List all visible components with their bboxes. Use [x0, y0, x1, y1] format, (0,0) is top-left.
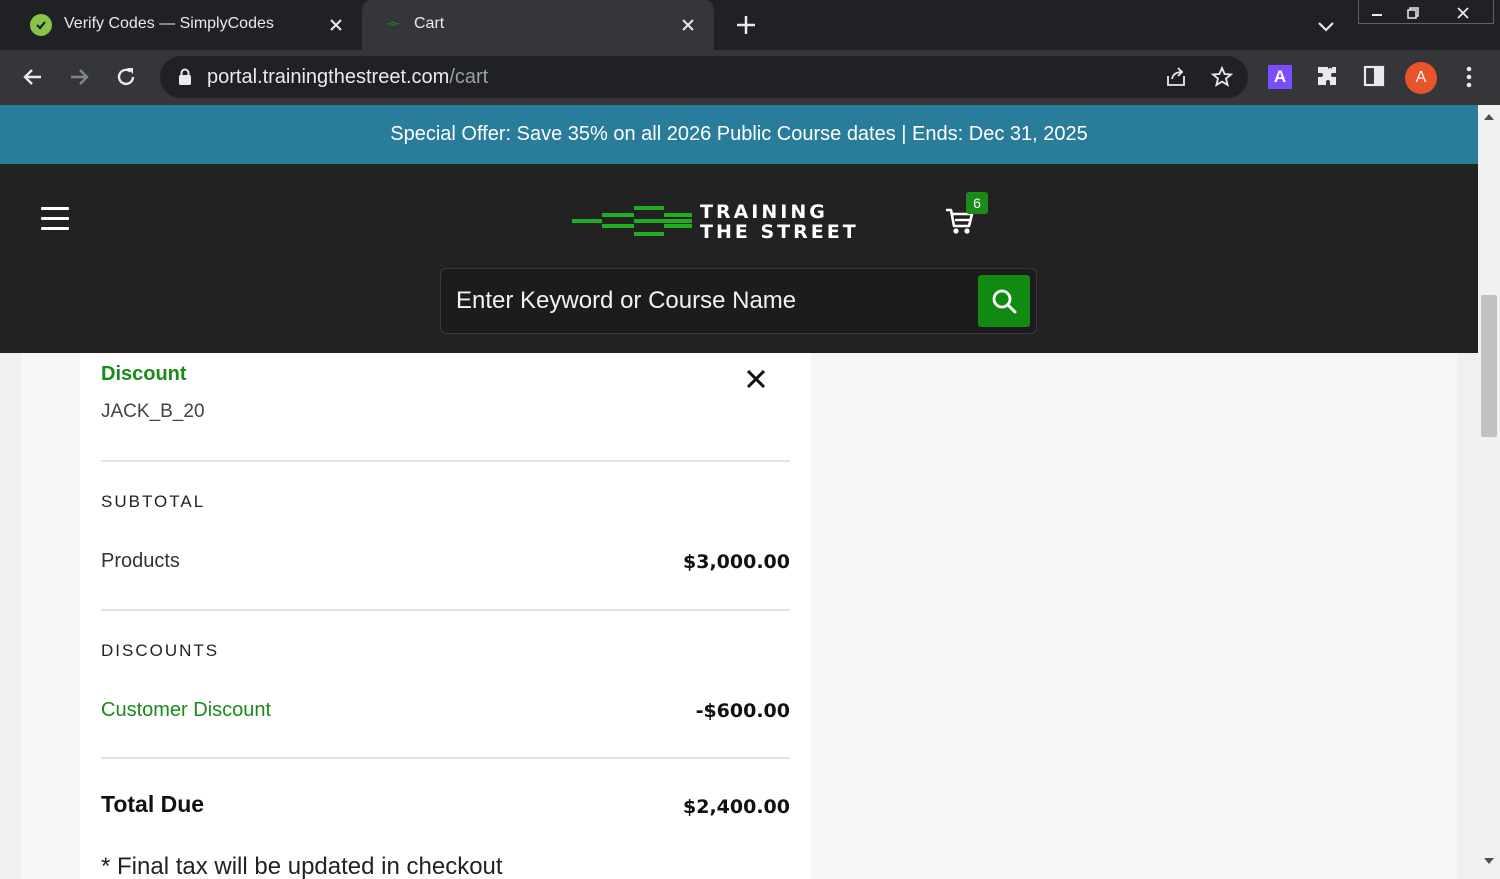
scroll-up-arrow-icon[interactable] [1483, 113, 1495, 121]
products-value: $3,000.00 [683, 551, 790, 573]
scrollbar-thumb[interactable] [1481, 295, 1497, 437]
logo-mark-icon [572, 206, 692, 236]
discount-code: JACK_B_20 [101, 401, 205, 422]
hamburger-menu-icon[interactable] [41, 207, 69, 233]
window-close-icon[interactable] [1446, 2, 1480, 24]
search-input[interactable] [441, 269, 971, 333]
order-summary-card: Discount JACK_B_20 SUBTOTAL Products $3,… [80, 353, 811, 879]
simplycodes-check-icon [30, 14, 52, 36]
subtotal-heading: SUBTOTAL [101, 492, 206, 511]
page-scrollbar[interactable] [1478, 105, 1500, 879]
search-button[interactable] [978, 275, 1030, 327]
tax-note: * Final tax will be updated in checkout [101, 853, 503, 879]
tab-title: Verify Codes — SimplyCodes [64, 15, 274, 32]
share-icon[interactable] [1164, 65, 1188, 89]
address-bar[interactable]: portal.trainingthestreet.com/cart [160, 56, 1248, 98]
bookmark-star-icon[interactable] [1210, 65, 1234, 89]
logo-line1: TRAINING [700, 201, 828, 223]
divider [101, 460, 790, 462]
search-icon [992, 289, 1017, 314]
customer-discount-label: Customer Discount [101, 699, 272, 721]
total-due-value: $2,400.00 [683, 796, 790, 818]
close-icon[interactable] [324, 13, 348, 37]
logo-wordmark: TRAINING THE STREET [700, 202, 859, 242]
chevron-down-icon[interactable] [1314, 14, 1338, 38]
extension-a-icon[interactable]: A [1268, 65, 1292, 89]
products-label: Products [101, 550, 180, 572]
divider [101, 757, 790, 759]
side-panel-icon[interactable] [1361, 63, 1387, 89]
divider [101, 609, 790, 611]
total-due-label: Total Due [101, 791, 205, 817]
profile-avatar[interactable]: A [1405, 62, 1437, 94]
training-the-street-logo[interactable]: TRAINING THE STREET [572, 202, 890, 244]
more-vertical-icon[interactable] [1458, 64, 1480, 90]
logo-line2: THE STREET [700, 221, 859, 243]
browser-tab-strip: Verify Codes — SimplyCodes Cart [0, 0, 1500, 50]
lock-icon[interactable] [178, 68, 192, 85]
url-host: portal.trainingthestreet.com [207, 66, 450, 88]
tab-simplycodes[interactable]: Verify Codes — SimplyCodes [0, 0, 362, 50]
search-box [440, 268, 1037, 334]
tab-title: Cart [414, 15, 445, 32]
site-header: TRAINING THE STREET 6 [0, 164, 1478, 353]
tab-cart[interactable]: Cart [362, 0, 714, 50]
forward-arrow-icon[interactable] [66, 64, 92, 90]
minimize-icon[interactable] [1360, 2, 1394, 24]
back-arrow-icon[interactable] [20, 64, 46, 90]
discounts-heading: DISCOUNTS [101, 641, 220, 660]
scroll-down-arrow-icon[interactable] [1483, 857, 1495, 865]
extensions-puzzle-icon[interactable] [1314, 63, 1340, 89]
promo-banner[interactable]: Special Offer: Save 35% on all 2026 Publ… [0, 105, 1478, 164]
url-text: portal.trainingthestreet.com/cart [207, 66, 488, 89]
reload-icon[interactable] [113, 64, 139, 90]
customer-discount-value: -$600.00 [695, 700, 790, 722]
trainingthestreet-favicon [382, 14, 404, 36]
discount-title: Discount [101, 363, 187, 385]
url-path: /cart [449, 66, 489, 88]
web-page: Special Offer: Save 35% on all 2026 Publ… [0, 105, 1478, 879]
restore-icon[interactable] [1396, 2, 1430, 24]
close-icon[interactable] [676, 13, 700, 37]
remove-discount-close-icon[interactable] [744, 367, 768, 391]
cart-count-badge[interactable]: 6 [966, 192, 988, 214]
new-tab-plus-icon[interactable] [734, 13, 758, 37]
